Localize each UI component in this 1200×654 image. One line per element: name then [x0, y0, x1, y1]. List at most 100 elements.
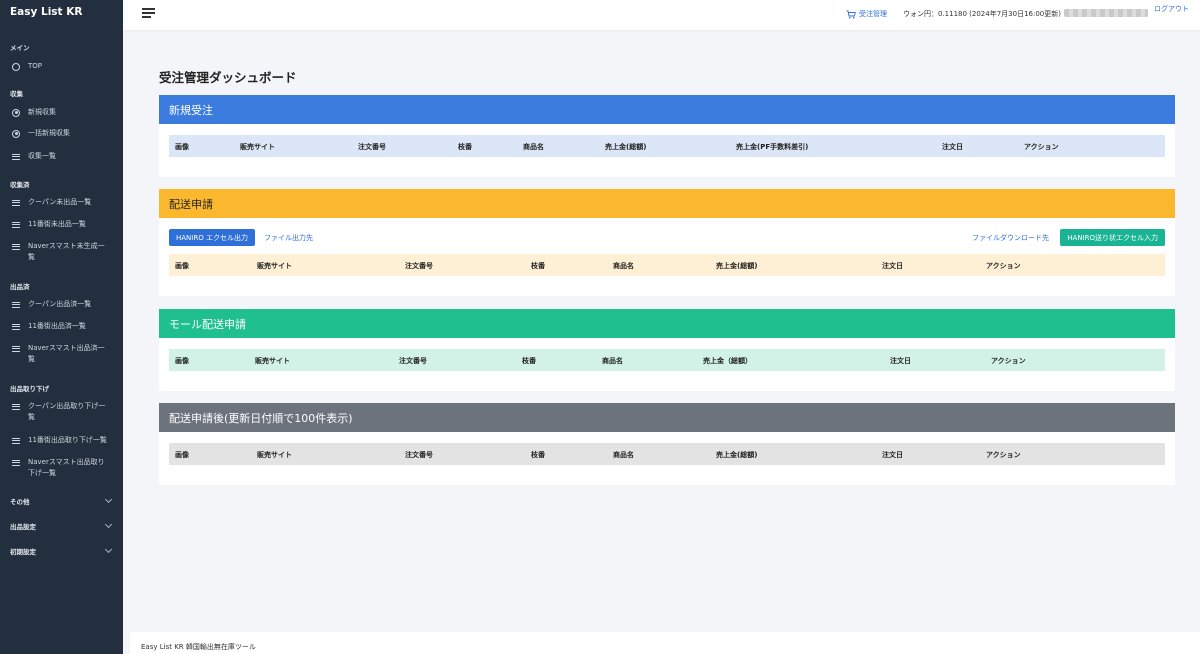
col-image: 画像 [175, 451, 189, 459]
chevron-down-icon [104, 520, 113, 529]
sidebar-item-coupang-listed[interactable]: クーパン出品済一覧 [0, 299, 97, 310]
sidebar-collapse-listing-settings[interactable]: 出品設定 [0, 520, 123, 531]
list-icon [12, 221, 20, 228]
sidebar-item-naver-ungenerated[interactable]: Naverスマスト未生成一覧 [0, 241, 116, 263]
sidebar-item-label: クーパン未出品一覧 [28, 198, 92, 206]
logout-link[interactable]: ログアウト [1154, 4, 1189, 14]
section-listed: 出品済 [10, 283, 30, 291]
card-header: 新規受注 [159, 95, 1175, 124]
sidebar-item-naver-withdraw[interactable]: Naverスマスト出品取り下げ一覧 [0, 457, 116, 479]
file-output-destination-link[interactable]: ファイル出力先 [264, 233, 313, 243]
sidebar-item-bulk-collect[interactable]: 一括新規収集 [0, 128, 76, 139]
col-site: 販売サイト [257, 451, 292, 459]
sidebar-collapse-initial-settings[interactable]: 初期設定 [0, 545, 123, 556]
sidebar-item-naver-listed[interactable]: Naverスマスト出品済一覧 [0, 343, 116, 365]
col-product: 商品名 [602, 357, 623, 365]
table-header: 画像 販売サイト 注文番号 枝番 商品名 売上金(総額) 売上金(PF手数料差引… [169, 135, 1165, 157]
col-branch: 枝番 [531, 262, 545, 270]
col-image: 画像 [175, 143, 189, 151]
sidebar-item-label: TOP [28, 62, 43, 70]
sidebar-item-new-collect[interactable]: 新規収集 [0, 107, 62, 118]
col-action: アクション [986, 451, 1021, 459]
brand-logo[interactable]: Easy List KR [0, 0, 123, 26]
col-action: アクション [1024, 143, 1059, 151]
collapse-label: 初期設定 [10, 548, 36, 556]
radio-icon [12, 129, 20, 138]
col-action: アクション [991, 357, 1026, 365]
sidebar: Easy List KR メイン TOP 収集 新規収集 一括新規収集 収集一覧… [0, 0, 123, 654]
col-order-date: 注文日 [882, 262, 903, 270]
sidebar-item-label: 一括新規収集 [28, 129, 70, 137]
sidebar-item-label: 11番街出品取り下げ一覧 [28, 436, 107, 444]
col-order-date: 注文日 [882, 451, 903, 459]
col-order-date: 注文日 [890, 357, 911, 365]
col-site: 販売サイト [240, 143, 275, 151]
sidebar-collapse-other[interactable]: その他 [0, 495, 123, 506]
sidebar-item-label: 収集一覧 [28, 152, 56, 160]
sidebar-item-coupang-unlisted[interactable]: クーパン未出品一覧 [0, 197, 97, 208]
col-order-no: 注文番号 [358, 143, 386, 151]
table-header: 画像 販売サイト 注文番号 枝番 商品名 売上金(総額) 注文日 アクション [169, 443, 1165, 465]
col-sales-net: 売上金(PF手数料差引) [736, 143, 809, 151]
cart-icon [846, 10, 856, 19]
col-product: 商品名 [613, 451, 634, 459]
circle-icon [12, 62, 20, 71]
haniro-invoice-excel-import-button[interactable]: HANIRO送り状エクセル入力 [1060, 229, 1165, 246]
sidebar-item-coupang-withdraw[interactable]: クーパン出品取り下げ一覧 [0, 401, 116, 423]
sidebar-item-collect-list[interactable]: 収集一覧 [0, 151, 62, 162]
sidebar-item-11st-unlisted[interactable]: 11番街未出品一覧 [0, 219, 92, 230]
after-shipping-card: 配送申請後(更新日付順で100件表示) 画像 販売サイト 注文番号 枝番 商品名… [159, 403, 1175, 485]
col-image: 画像 [175, 357, 189, 365]
section-withdraw: 出品取り下げ [10, 385, 49, 393]
list-icon [12, 301, 20, 308]
collapse-label: 出品設定 [10, 523, 36, 531]
section-collected: 収集済 [10, 181, 30, 189]
sidebar-item-label: 11番街出品済一覧 [28, 322, 86, 330]
page-title: 受注管理ダッシュボード [159, 70, 297, 85]
card-header: 配送申請 [159, 189, 1175, 218]
sidebar-item-label: クーパン出品取り下げ一覧 [28, 402, 106, 421]
list-icon [12, 243, 20, 250]
col-site: 販売サイト [255, 357, 290, 365]
section-main: メイン [10, 44, 30, 52]
list-icon [12, 403, 20, 410]
list-icon [12, 323, 20, 330]
col-sales-total: 売上金(総額) [605, 143, 647, 151]
hamburger-menu-icon[interactable] [142, 8, 155, 18]
sidebar-item-11st-listed[interactable]: 11番街出品済一覧 [0, 321, 92, 332]
chevron-down-icon [104, 545, 113, 554]
topbar: 受注管理 ウォン円：0.11180 (2024年7月30日16:00更新) ログ… [123, 0, 1200, 30]
list-icon [12, 345, 20, 352]
col-sales-total: 売上金(総額) [716, 262, 758, 270]
user-account-redacted [1064, 9, 1148, 17]
exchange-rate: ウォン円：0.11180 (2024年7月30日16:00更新) [903, 10, 1061, 18]
col-sales-total: 売上金(総額) [716, 451, 758, 459]
mall-shipping-card: モール配送申請 画像 販売サイト 注文番号 枝番 商品名 売上金（総額） 注文日… [159, 309, 1175, 391]
sidebar-item-label: Naverスマスト出品取り下げ一覧 [28, 458, 105, 477]
order-management-label: 受注管理 [859, 10, 887, 18]
col-action: アクション [986, 262, 1021, 270]
haniro-excel-export-button[interactable]: HANIRO エクセル出力 [169, 229, 255, 246]
table-header: 画像 販売サイト 注文番号 枝番 商品名 売上金(総額) 注文日 アクション [169, 254, 1165, 276]
sidebar-item-label: クーパン出品済一覧 [28, 300, 92, 308]
footer: Easy List KR 韓国輸出無在庫ツール [130, 632, 1200, 654]
new-orders-card: 新規受注 画像 販売サイト 注文番号 枝番 商品名 売上金(総額) 売上金(PF… [159, 95, 1175, 177]
file-download-destination-link[interactable]: ファイルダウンロード先 [972, 233, 1049, 243]
col-branch: 枝番 [458, 143, 472, 151]
col-branch: 枝番 [522, 357, 536, 365]
chevron-down-icon [104, 495, 113, 504]
table-header: 画像 販売サイト 注文番号 枝番 商品名 売上金（総額） 注文日 アクション [169, 349, 1165, 371]
col-order-date: 注文日 [942, 143, 963, 151]
list-icon [12, 459, 20, 466]
list-icon [12, 437, 20, 444]
col-order-no: 注文番号 [399, 357, 427, 365]
col-sales-total: 売上金（総額） [703, 357, 752, 365]
order-management-link[interactable]: 受注管理 [846, 9, 887, 19]
col-image: 画像 [175, 262, 189, 270]
sidebar-item-label: 11番街未出品一覧 [28, 220, 86, 228]
radio-icon [12, 108, 20, 117]
sidebar-item-top[interactable]: TOP [0, 61, 48, 72]
col-site: 販売サイト [257, 262, 292, 270]
sidebar-item-11st-withdraw[interactable]: 11番街出品取り下げ一覧 [0, 435, 113, 446]
section-collect: 収集 [10, 90, 23, 98]
